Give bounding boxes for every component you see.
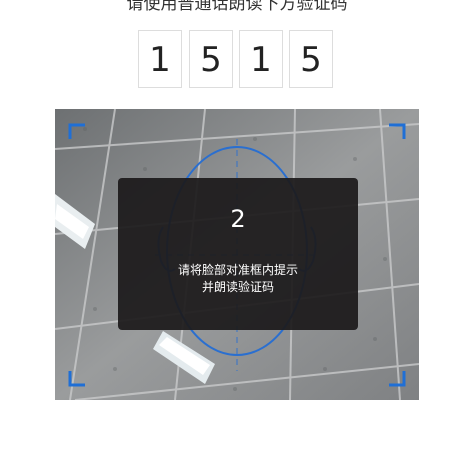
- face-hint: 请将脸部对准框内提示 并朗读验证码: [118, 262, 358, 296]
- camera-preview: 2 请将脸部对准框内提示 并朗读验证码: [55, 109, 419, 400]
- face-verification-page: 请使用普通话朗读下方验证码 1 5 1 5 2 请将脸部对准框内提示 并朗读验证…: [0, 0, 474, 457]
- hint-line: 并朗读验证码: [201, 280, 274, 294]
- countdown-overlay: 2 请将脸部对准框内提示 并朗读验证码: [118, 178, 358, 330]
- code-digit: 1: [239, 30, 283, 88]
- code-digit: 5: [189, 30, 233, 88]
- verification-code: 1 5 1 5: [138, 30, 338, 90]
- code-digit: 1: [138, 30, 182, 88]
- code-digit: 5: [289, 30, 333, 88]
- read-instruction: 请使用普通话朗读下方验证码: [126, 0, 348, 14]
- hint-line: 请将脸部对准框内提示: [177, 263, 298, 277]
- countdown-number: 2: [230, 205, 246, 233]
